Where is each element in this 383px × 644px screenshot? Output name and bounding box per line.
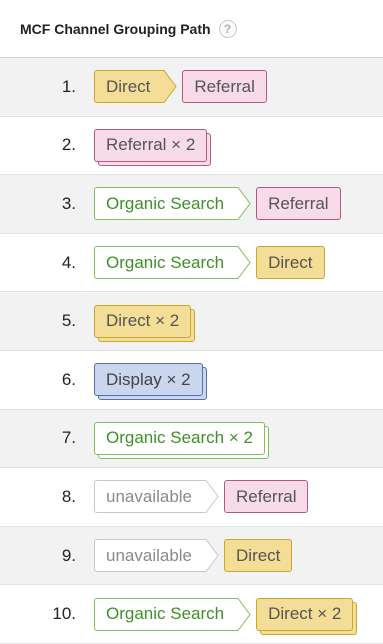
row-number: 8. [61, 486, 76, 506]
channel-chip[interactable]: Display × 2 [94, 363, 203, 397]
channel-chip-stack: Direct × 2 [94, 304, 196, 342]
channel-path: unavailable Referral [94, 468, 309, 526]
column-header-title[interactable]: MCF Channel Grouping Path [20, 21, 211, 37]
channel-chip[interactable]: Referral × 2 [94, 128, 208, 162]
channel-chip[interactable]: Referral [256, 187, 341, 221]
path-arrow-icon [234, 187, 251, 221]
path-arrow-icon [202, 480, 219, 514]
path-arrow-icon [234, 246, 251, 280]
channel-chip[interactable]: Organic Search [94, 597, 236, 631]
table-row: 1. Direct Referral [0, 58, 383, 117]
channel-path: Referral × 2 [94, 117, 212, 175]
table-body: 1. Direct Referral 2. Referral × 2 3. Organic … [0, 58, 383, 644]
channel-path: Direct Referral [94, 58, 267, 116]
path-arrow-icon [160, 70, 178, 104]
channel-chip-stack: Referral × 2 [94, 128, 212, 166]
row-number: 3. [61, 193, 76, 213]
table-header: MCF Channel Grouping Path ? [0, 0, 383, 58]
channel-chip[interactable]: unavailable [94, 539, 204, 573]
row-number: 10. [52, 604, 76, 624]
channel-chip-stack: Organic Search × 2 [94, 421, 269, 459]
channel-chip[interactable]: Organic Search [94, 187, 236, 221]
channel-chip[interactable]: Organic Search × 2 [94, 421, 265, 455]
channel-chip-stack: Direct × 2 [256, 597, 358, 635]
channel-path: Display × 2 [94, 351, 207, 409]
channel-path: Organic Search Direct × 2 [94, 585, 358, 643]
mcf-path-table: MCF Channel Grouping Path ? 1. Direct Refe… [0, 0, 383, 644]
table-row: 7. Organic Search × 2 [0, 409, 383, 469]
row-number: 1. [61, 76, 76, 96]
row-number: 6. [61, 369, 76, 389]
table-row: 2. Referral × 2 [0, 117, 383, 176]
table-row: 4. Organic Search Direct [0, 234, 383, 293]
channel-chip[interactable]: Referral [182, 70, 267, 104]
table-row: 10. Organic Search Direct × 2 [0, 585, 383, 644]
path-arrow-icon [234, 597, 251, 631]
row-number: 4. [61, 252, 76, 272]
table-row: 5. Direct × 2 [0, 292, 383, 351]
row-number: 5. [61, 311, 76, 331]
channel-chip[interactable]: Direct [94, 70, 162, 104]
path-arrow-icon [202, 539, 219, 573]
table-row: 9. unavailable Direct [0, 526, 383, 586]
table-row: 6. Display × 2 [0, 351, 383, 410]
channel-path: Direct × 2 [94, 292, 196, 350]
channel-path: Organic Search Direct [94, 234, 325, 292]
channel-chip[interactable]: Organic Search [94, 246, 236, 280]
row-number: 9. [61, 545, 76, 565]
channel-chip[interactable]: Direct [256, 246, 325, 280]
row-number: 7. [61, 428, 76, 448]
table-row: 3. Organic Search Referral [0, 175, 383, 234]
row-number: 2. [61, 135, 76, 155]
channel-chip[interactable]: Direct × 2 [94, 304, 192, 338]
channel-chip[interactable]: Direct × 2 [256, 597, 354, 631]
help-icon[interactable]: ? [218, 19, 237, 38]
channel-path: Organic Search Referral [94, 175, 341, 233]
table-row: 8. unavailable Referral [0, 468, 383, 527]
channel-chip[interactable]: Direct [224, 539, 293, 573]
channel-path: unavailable Direct [94, 527, 293, 585]
channel-chip[interactable]: unavailable [94, 480, 204, 514]
channel-chip[interactable]: Referral [224, 480, 309, 514]
channel-chip-stack: Display × 2 [94, 363, 207, 401]
channel-path: Organic Search × 2 [94, 410, 269, 468]
